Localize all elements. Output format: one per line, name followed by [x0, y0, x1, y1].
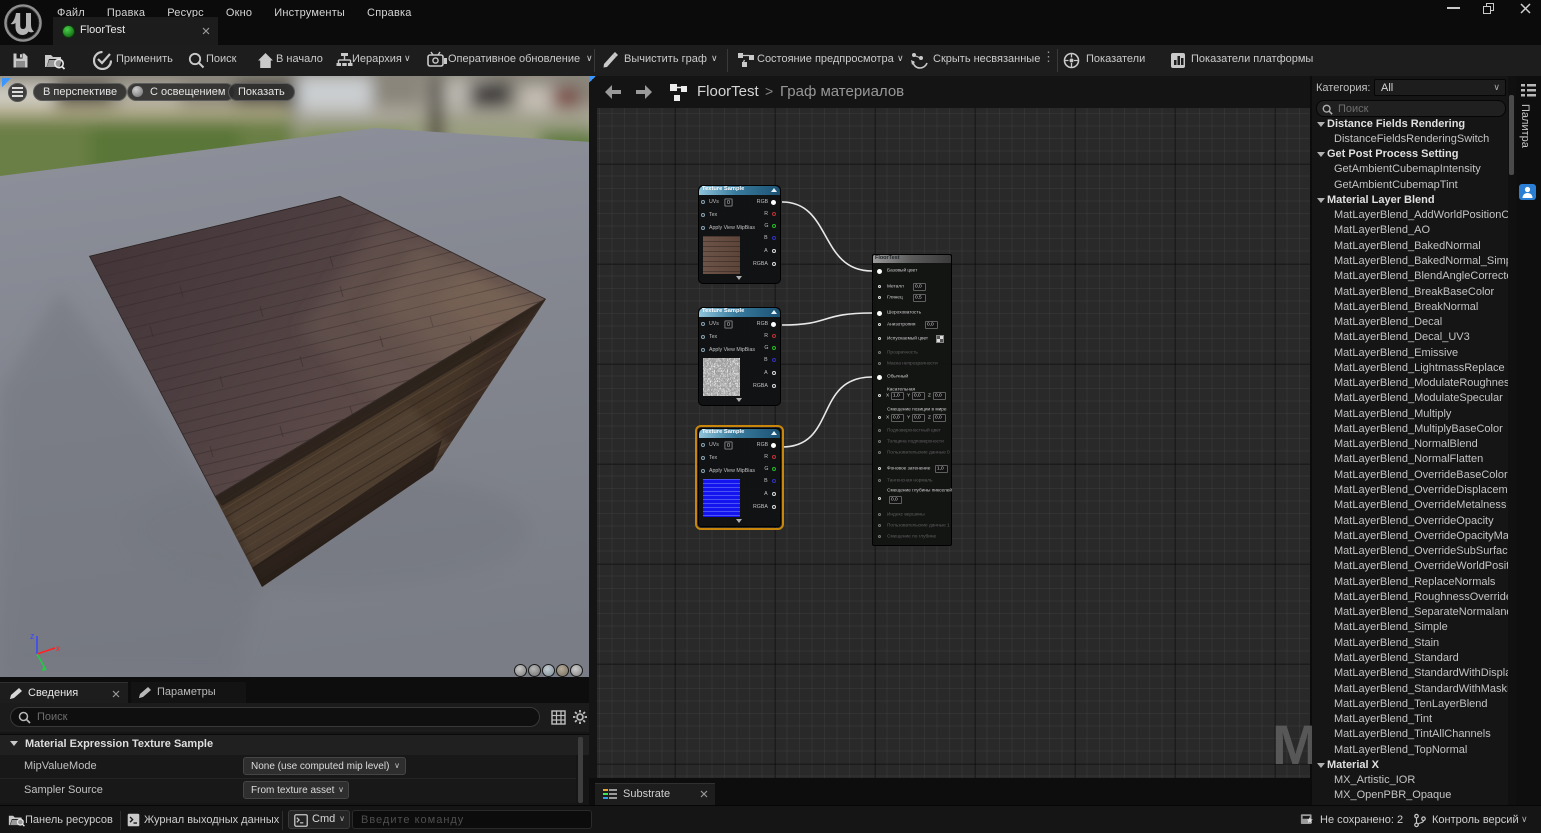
svg-text:z: z: [30, 631, 35, 641]
svg-text:x: x: [56, 644, 60, 653]
